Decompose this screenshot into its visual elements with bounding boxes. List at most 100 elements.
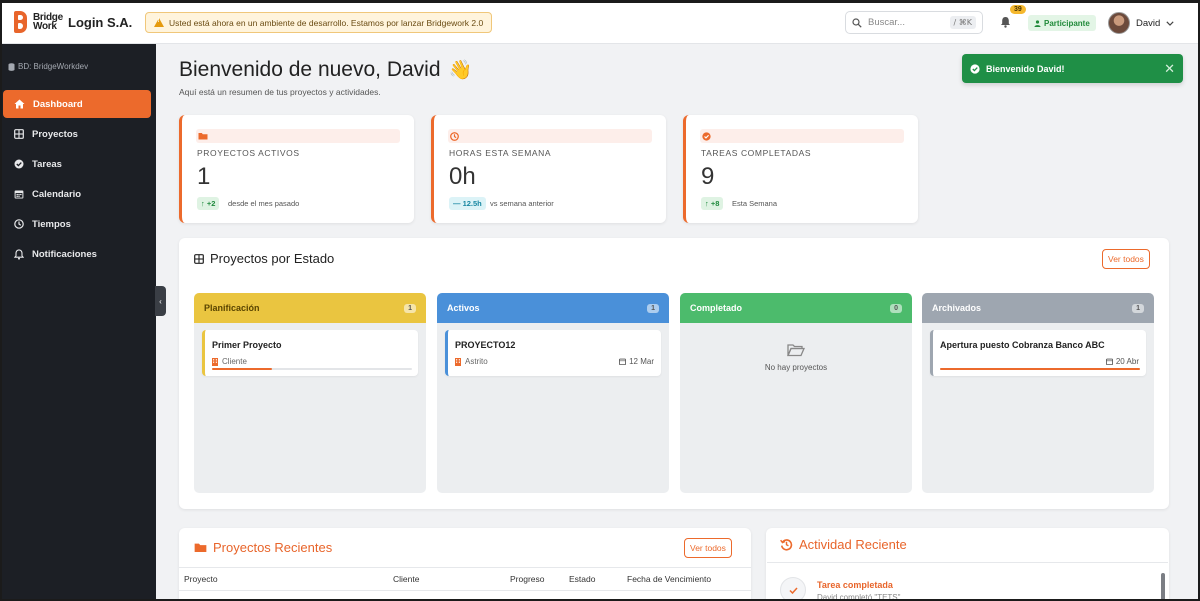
calendar-icon — [619, 358, 627, 365]
top-header: Bridge Work Login S.A. Usted está ahora … — [0, 0, 1200, 44]
dev-banner-text: Usted está ahora en un ambiente de desar… — [169, 17, 484, 28]
column-header-proyecto[interactable]: Proyecto — [184, 574, 218, 584]
column-header: Planificación 1 — [194, 293, 426, 323]
project-client-name: Astrito — [465, 357, 488, 366]
project-card[interactable]: Apertura puesto Cobranza Banco ABC 20 Ab… — [930, 330, 1146, 376]
project-date-text: 20 Abr — [1115, 357, 1139, 366]
history-icon — [780, 539, 793, 551]
view-all-recent-button[interactable]: Ver todos — [684, 538, 732, 558]
column-label: Completado — [690, 303, 743, 313]
projects-by-status-title: Proyectos por Estado — [194, 251, 334, 266]
sidebar-item-label: Calendario — [32, 188, 82, 200]
status-column-planificacion: Planificación 1 Primer Proyecto Cliente — [194, 293, 426, 493]
sidebar-item-label: Notificaciones — [32, 248, 97, 260]
sidebar-item-notificaciones[interactable]: Notificaciones — [3, 240, 151, 268]
status-column-archivados: Archivados 1 Apertura puesto Cobranza Ba… — [922, 293, 1154, 493]
project-card[interactable]: Primer Proyecto Cliente — [202, 330, 418, 376]
divider — [767, 562, 1168, 563]
column-count-badge: 0 — [890, 303, 902, 313]
project-client-name: Cliente — [222, 357, 247, 366]
sidebar-collapse-button[interactable]: ‹ — [155, 286, 166, 316]
chevron-down-icon — [1166, 20, 1174, 26]
status-column-completado: Completado 0 No hay proyectos — [680, 293, 912, 493]
activity-scrollbar[interactable] — [1161, 573, 1165, 601]
project-card[interactable]: PROYECTO12 Astrito 12 Mar — [445, 330, 661, 376]
project-client: Astrito — [455, 357, 488, 366]
stat-delta-text: vs semana anterior — [490, 199, 554, 208]
project-name: Apertura puesto Cobranza Banco ABC — [940, 340, 1105, 350]
close-icon[interactable]: ✕ — [1164, 61, 1175, 77]
project-progress-fill — [940, 368, 1140, 370]
status-column-activos: Activos 1 PROYECTO12 Astrito 12 Mar — [437, 293, 669, 493]
stat-value: 1 — [197, 163, 211, 190]
sidebar: BD: BridgeWorkdev Dashboard Proyectos Ta… — [0, 44, 156, 601]
column-header-cliente[interactable]: Cliente — [393, 574, 419, 584]
empty-state: No hay proyectos — [680, 343, 912, 372]
column-label: Activos — [447, 303, 480, 313]
panel-title-text: Actividad Reciente — [799, 537, 907, 552]
sidebar-item-dashboard[interactable]: Dashboard — [3, 90, 151, 118]
project-name: PROYECTO12 — [455, 340, 516, 350]
welcome-toast: Bienvenido David! ✕ — [962, 54, 1183, 83]
column-header-progreso[interactable]: Progreso — [510, 574, 545, 584]
project-due-date: 20 Abr — [1105, 357, 1139, 366]
column-header: Archivados 1 — [922, 293, 1154, 323]
sidebar-item-label: Tiempos — [32, 218, 71, 230]
avatar — [1108, 12, 1130, 34]
building-icon — [455, 357, 461, 366]
column-header-fecha[interactable]: Fecha de Vencimiento — [627, 574, 711, 584]
project-date-text: 12 Mar — [629, 357, 654, 366]
chevron-left-icon: ‹ — [159, 296, 162, 306]
check-circle-icon — [970, 63, 980, 74]
home-icon — [14, 99, 25, 109]
stat-card-completed-tasks: TAREAS COMPLETADAS 9 ↑ +8 Esta Semana — [683, 115, 918, 223]
sidebar-item-calendario[interactable]: Calendario — [3, 180, 151, 208]
activity-detail: David completó "TETS" — [817, 593, 901, 601]
stat-label: PROYECTOS ACTIVOS — [197, 148, 300, 158]
database-icon — [8, 62, 15, 71]
check-circle-icon — [702, 132, 711, 141]
grid-icon — [14, 129, 24, 139]
column-header-estado[interactable]: Estado — [569, 574, 595, 584]
empty-state-text: No hay proyectos — [764, 363, 828, 372]
project-due-date: 12 Mar — [619, 357, 654, 366]
stat-delta-text: desde el mes pasado — [228, 199, 300, 208]
project-client: Cliente — [212, 357, 247, 366]
stat-label: TAREAS COMPLETADAS — [701, 148, 812, 158]
role-badge: Participante — [1028, 15, 1096, 31]
recent-projects-title: Proyectos Recientes — [194, 540, 332, 555]
search-box[interactable]: / ⌘K — [845, 11, 983, 34]
notification-count-badge: 39 — [1010, 5, 1026, 14]
grid-icon — [194, 253, 204, 264]
search-icon — [852, 17, 862, 28]
user-icon — [1034, 19, 1041, 27]
stat-card-active-projects: PROYECTOS ACTIVOS 1 ↑ +2 desde el mes pa… — [179, 115, 414, 223]
user-menu[interactable]: David — [1108, 12, 1174, 34]
panel-title-text: Proyectos Recientes — [213, 540, 333, 555]
view-all-status-button[interactable]: Ver todos — [1102, 249, 1150, 269]
sidebar-item-label: Proyectos — [32, 128, 78, 140]
project-progress-bar — [212, 368, 412, 370]
search-shortcut-hint: / ⌘K — [949, 16, 976, 29]
stat-delta-badge: — 12.5h — [449, 197, 486, 210]
stat-delta-badge: ↑ +8 — [701, 197, 724, 210]
search-input[interactable] — [868, 17, 938, 28]
folder-icon — [194, 543, 207, 553]
stat-card-header-bar — [196, 129, 400, 143]
project-name: Primer Proyecto — [212, 340, 282, 350]
stat-delta-text: Esta Semana — [732, 199, 778, 208]
logo-text: Bridge Work — [33, 13, 63, 32]
building-icon — [212, 357, 218, 366]
wave-icon: 👋 — [448, 60, 473, 81]
project-progress-bar — [940, 368, 1140, 370]
sidebar-item-tareas[interactable]: Tareas — [3, 150, 151, 178]
clock-icon — [14, 219, 24, 229]
sidebar-item-proyectos[interactable]: Proyectos — [3, 120, 151, 148]
bell-icon[interactable] — [1000, 16, 1011, 28]
database-label: BD: BridgeWorkdev — [8, 62, 88, 71]
activity-title: Tarea completada — [817, 580, 893, 590]
toast-message: Bienvenido David! — [986, 63, 1065, 74]
bridgework-logo[interactable]: Bridge Work — [14, 11, 63, 33]
sidebar-item-tiempos[interactable]: Tiempos — [3, 210, 151, 238]
page-title: Bienvenido de nuevo, David 👋 — [179, 58, 472, 82]
